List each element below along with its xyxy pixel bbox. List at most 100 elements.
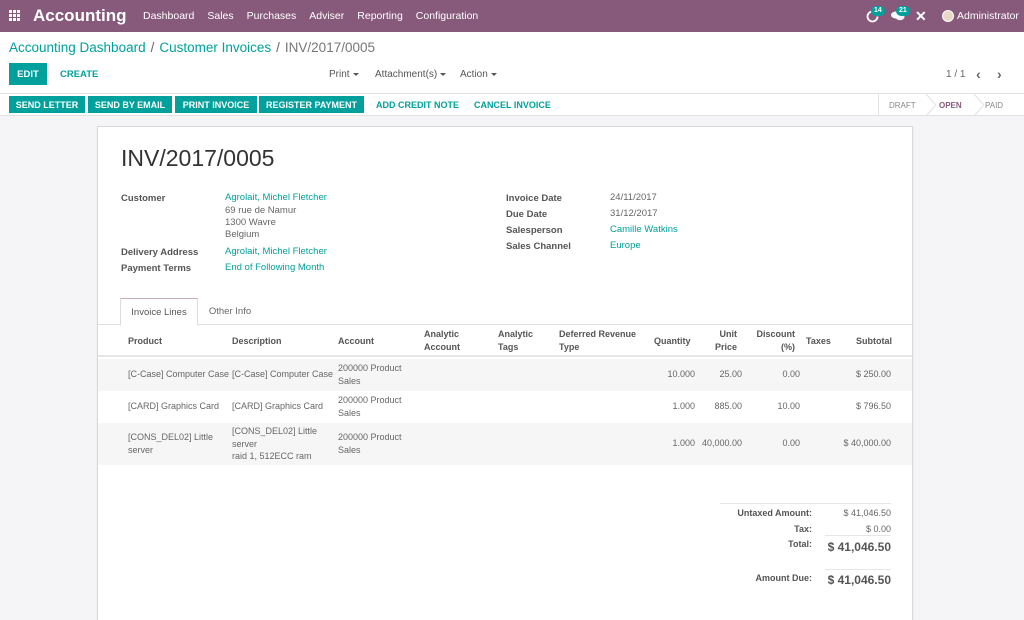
cell-discount: 0.00 bbox=[782, 438, 800, 448]
status-bar: SEND LETTER SEND BY EMAIL PRINT INVOICE … bbox=[0, 94, 1024, 116]
attachments-dropdown[interactable]: Attachment(s) bbox=[375, 63, 447, 85]
cell-unit-price: 40,000.00 bbox=[701, 438, 742, 448]
stage-separator bbox=[973, 94, 985, 116]
cell-unit-price: 25.00 bbox=[719, 369, 742, 379]
cell-line: server bbox=[232, 438, 258, 449]
breadcrumb: Accounting Dashboard / Customer Invoices / I… bbox=[9, 40, 375, 55]
cancel-invoice-button[interactable]: CANCEL INVOICE bbox=[474, 96, 551, 113]
cell-product: [C-Case] Computer Case bbox=[128, 369, 230, 379]
cell-discount: 10.00 bbox=[777, 401, 800, 411]
invoice-number-title: INV/2017/0005 bbox=[121, 145, 275, 171]
print-label: Print bbox=[329, 68, 350, 80]
col-taxes[interactable]: Taxes bbox=[806, 335, 831, 348]
col-subtotal[interactable]: Subtotal bbox=[838, 335, 892, 348]
amount-due-label: Amount Due: bbox=[755, 573, 813, 583]
menu-reporting[interactable]: Reporting bbox=[357, 10, 403, 22]
tax-value: $ 0.00 bbox=[865, 524, 891, 534]
action-label: Action bbox=[460, 68, 488, 80]
col-product[interactable]: Product bbox=[128, 335, 162, 348]
col-description[interactable]: Description bbox=[232, 335, 282, 348]
total-label: Total: bbox=[788, 539, 812, 549]
create-button[interactable]: CREATE bbox=[60, 63, 98, 85]
user-menu[interactable]: Administrator bbox=[942, 0, 1019, 32]
customer-link[interactable]: Agrolait, Michel Fletcher bbox=[225, 192, 327, 205]
col-analytic-account[interactable]: Analytic Account bbox=[424, 328, 460, 353]
customer-address-line: 69 rue de Namur bbox=[225, 205, 297, 216]
add-credit-note-button[interactable]: ADD CREDIT NOTE bbox=[376, 96, 459, 113]
salesperson-link[interactable]: Camille Watkins bbox=[610, 224, 678, 237]
print-dropdown[interactable]: Print bbox=[329, 63, 359, 85]
cell-line: [CONS_DEL02] Little bbox=[232, 426, 318, 436]
col-label-line: (%) bbox=[781, 341, 795, 352]
table-row[interactable]: [CONS_DEL02] Little server [CONS_DEL02] L… bbox=[98, 423, 912, 465]
send-letter-button[interactable]: SEND LETTER bbox=[9, 96, 85, 113]
send-by-email-button[interactable]: SEND BY EMAIL bbox=[88, 96, 172, 113]
col-unit-price[interactable]: Unit Price bbox=[698, 328, 737, 353]
customer-address-line: 1300 Wavre bbox=[225, 217, 276, 228]
col-label-line: Analytic bbox=[498, 329, 534, 339]
sales-channel-link[interactable]: Europe bbox=[610, 240, 641, 253]
caret-down-icon bbox=[440, 72, 447, 76]
col-account[interactable]: Account bbox=[338, 335, 374, 348]
menu-sales[interactable]: Sales bbox=[207, 10, 233, 22]
breadcrumb-accounting-dashboard[interactable]: Accounting Dashboard bbox=[9, 40, 146, 55]
caret-down-icon bbox=[490, 72, 497, 76]
col-analytic-tags[interactable]: Analytic Tags bbox=[498, 328, 533, 353]
menu-dashboard[interactable]: Dashboard bbox=[143, 10, 194, 22]
amount-due-value: $ 41,046.50 bbox=[827, 573, 891, 587]
col-quantity[interactable]: Quantity bbox=[654, 335, 691, 348]
tab-other-info[interactable]: Other Info bbox=[199, 298, 261, 325]
apps-grid-icon[interactable] bbox=[9, 10, 21, 21]
table-row[interactable]: [CARD] Graphics Card [CARD] Graphics Car… bbox=[98, 391, 912, 423]
stage-paid[interactable]: PAID bbox=[985, 94, 1003, 116]
print-invoice-button[interactable]: PRINT INVOICE bbox=[175, 96, 257, 113]
notebook-tabs: Invoice Lines Other Info bbox=[98, 298, 912, 326]
register-payment-button[interactable]: REGISTER PAYMENT bbox=[259, 96, 364, 113]
totals-divider bbox=[825, 535, 891, 536]
avatar bbox=[942, 10, 954, 22]
menu-configuration[interactable]: Configuration bbox=[416, 10, 478, 22]
activity-button[interactable]: 14 bbox=[866, 0, 885, 32]
breadcrumb-customer-invoices[interactable]: Customer Invoices bbox=[159, 40, 271, 55]
cell-line: 200000 Product bbox=[338, 432, 402, 442]
cell-subtotal: $ 40,000.00 bbox=[843, 438, 891, 448]
action-dropdown[interactable]: Action bbox=[460, 63, 497, 85]
pager-next-button[interactable]: › bbox=[997, 63, 1002, 85]
stage-pipeline: DRAFT OPEN PAID bbox=[878, 94, 1024, 116]
caret-down-icon bbox=[352, 72, 359, 76]
edit-button[interactable]: EDIT bbox=[9, 63, 47, 85]
stage-open[interactable]: OPEN bbox=[939, 94, 962, 116]
attachments-label: Attachment(s) bbox=[375, 68, 438, 80]
col-discount[interactable]: Discount (%) bbox=[748, 328, 795, 353]
tab-invoice-lines[interactable]: Invoice Lines bbox=[120, 298, 198, 326]
invoice-date-value: 24/11/2017 bbox=[610, 192, 657, 203]
pager-previous-button[interactable]: ‹ bbox=[976, 63, 981, 85]
cell-quantity: 1.000 bbox=[672, 401, 695, 411]
col-deferred-revenue-type[interactable]: Deferred Revenue Type bbox=[559, 328, 636, 353]
breadcrumb-current: INV/2017/0005 bbox=[284, 40, 375, 55]
page-scrollbar[interactable] bbox=[1015, 118, 1024, 620]
cell-description: [CONS_DEL02] Little server raid 1, 512ECC … bbox=[232, 425, 317, 463]
invoice-lines-header: Product Description Account Analytic Acco… bbox=[98, 325, 912, 357]
col-label-line: Analytic bbox=[424, 329, 460, 339]
col-label-line: Type bbox=[559, 341, 580, 352]
payment-terms-link[interactable]: End of Following Month bbox=[225, 262, 324, 275]
cell-unit-price: 885.00 bbox=[714, 401, 742, 411]
cell-product: [CONS_DEL02] Little server bbox=[128, 431, 213, 456]
table-row[interactable]: [C-Case] Computer Case [C-Case] Computer… bbox=[98, 359, 912, 391]
close-icon[interactable]: ✕ bbox=[915, 0, 927, 32]
sales-channel-label: Sales Channel bbox=[506, 241, 571, 252]
messages-count-badge: 21 bbox=[896, 6, 910, 16]
menu-adviser[interactable]: Adviser bbox=[309, 10, 344, 22]
cell-line: 200000 Product bbox=[338, 395, 402, 405]
delivery-address-link[interactable]: Agrolait, Michel Fletcher bbox=[225, 246, 327, 259]
stage-draft[interactable]: DRAFT bbox=[889, 94, 916, 116]
invoice-date-label: Invoice Date bbox=[506, 193, 562, 204]
menu-purchases[interactable]: Purchases bbox=[247, 10, 297, 22]
untaxed-amount-value: $ 41,046.50 bbox=[843, 508, 891, 518]
cell-quantity: 10.000 bbox=[667, 369, 695, 379]
salesperson-label: Salesperson bbox=[506, 225, 563, 236]
cell-line: Sales bbox=[338, 375, 361, 386]
cell-account: 200000 Product Sales bbox=[338, 362, 402, 387]
messages-button[interactable]: 21 bbox=[891, 0, 910, 32]
